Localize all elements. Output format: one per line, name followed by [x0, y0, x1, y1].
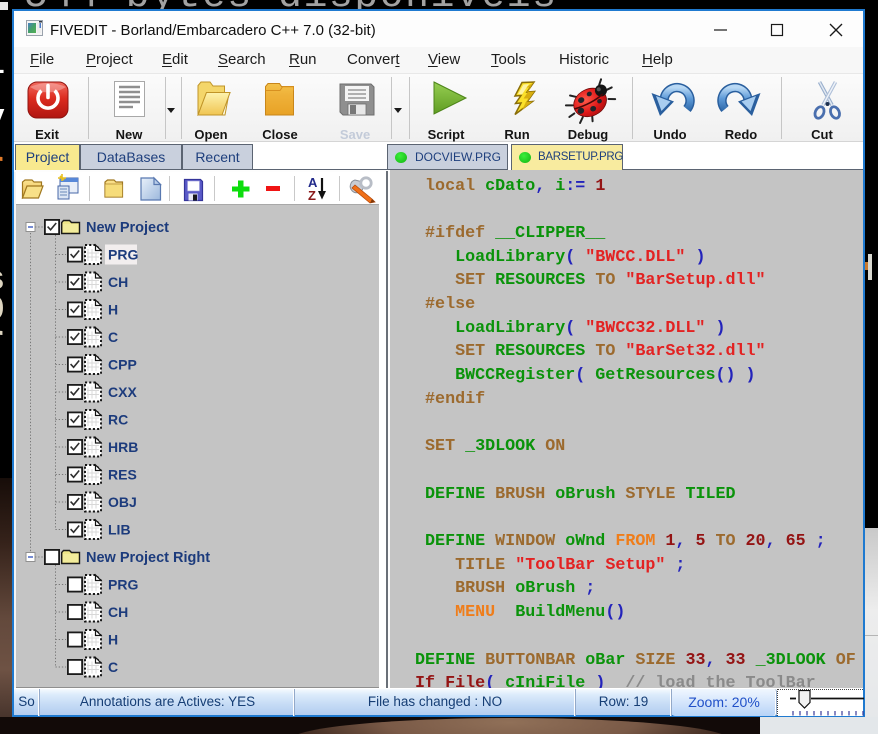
svg-text:C: C — [108, 329, 118, 345]
svg-text:PRG: PRG — [108, 577, 138, 593]
svg-text:RES: RES — [108, 467, 137, 483]
svg-text:PRG: PRG — [108, 247, 138, 263]
svg-text:Z: Z — [308, 188, 316, 203]
svg-text:C: C — [108, 659, 118, 675]
svg-text:OBJ: OBJ — [108, 494, 137, 510]
svg-text:HRB: HRB — [108, 439, 138, 455]
svg-text:CH: CH — [108, 274, 128, 290]
svg-text:RC: RC — [108, 412, 128, 428]
svg-text:New Project Right: New Project Right — [86, 550, 210, 566]
svg-text:CH: CH — [108, 604, 128, 620]
svg-text:LIB: LIB — [108, 522, 131, 538]
svg-text:H: H — [108, 632, 118, 648]
svg-text:CPP: CPP — [108, 357, 137, 373]
svg-text:New Project: New Project — [86, 220, 169, 236]
svg-text:CXX: CXX — [108, 384, 137, 400]
svg-text:H: H — [108, 302, 118, 318]
